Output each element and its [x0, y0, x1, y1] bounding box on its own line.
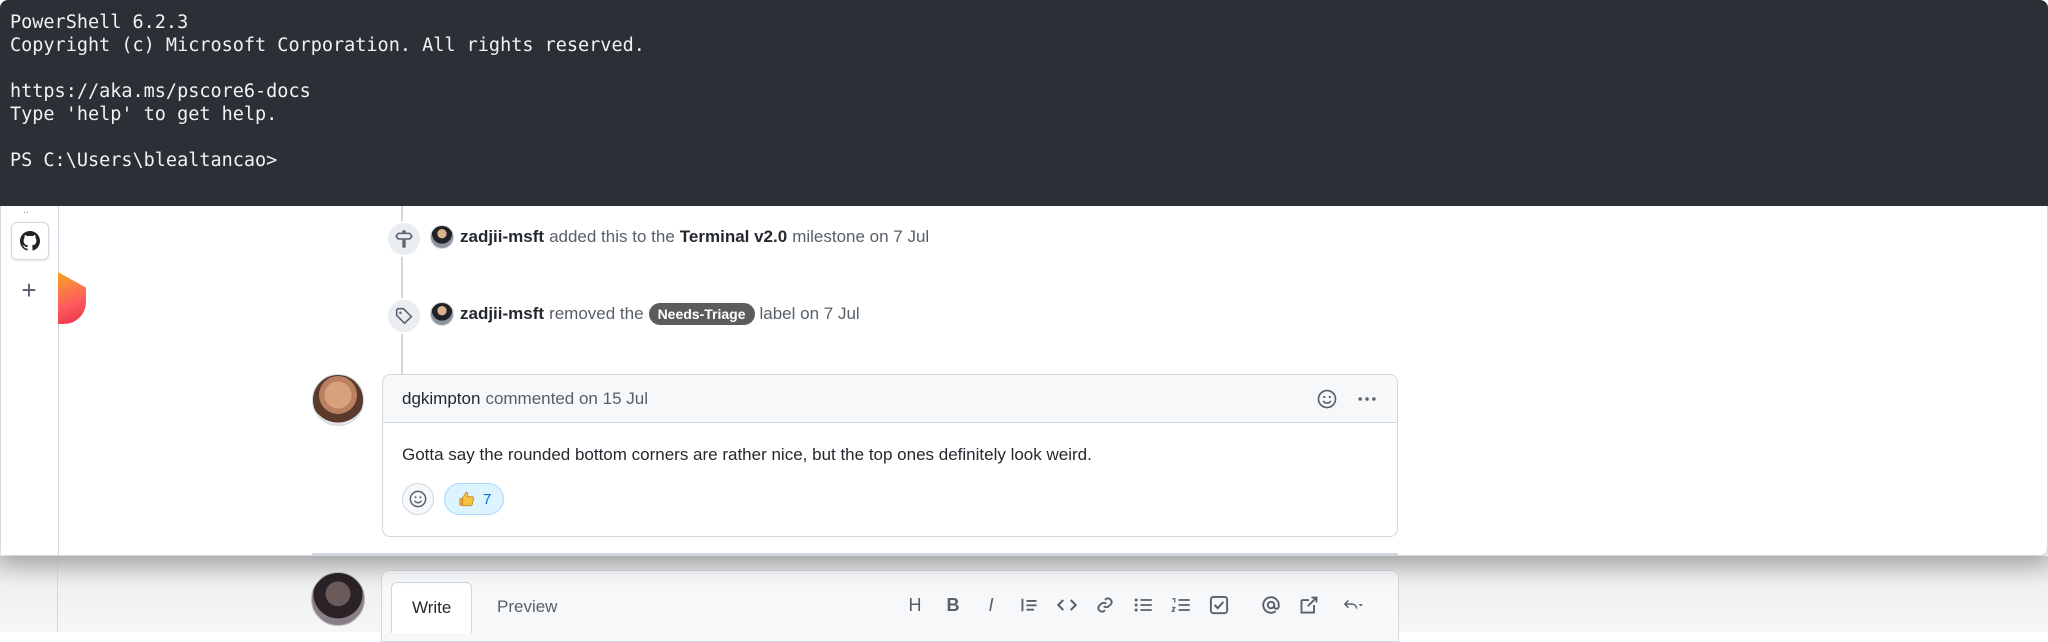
event-action-text: added this to the: [549, 227, 675, 246]
reply-icon[interactable]: [1335, 593, 1371, 617]
avatar[interactable]: [430, 225, 454, 249]
powershell-terminal[interactable]: PowerShell 6.2.3 Copyright (c) Microsoft…: [0, 0, 2048, 206]
terminal-line: Type 'help' to get help.: [10, 104, 278, 125]
milestone-link[interactable]: Terminal v2.0: [680, 227, 787, 247]
thumbs-up-icon: [459, 491, 475, 507]
thumbs-up-reaction[interactable]: 7: [444, 483, 505, 515]
event-user-link[interactable]: zadjii-msft: [460, 304, 544, 324]
terminal-line: Copyright (c) Microsoft Corporation. All…: [10, 35, 645, 56]
heading-icon[interactable]: H: [903, 593, 927, 617]
comment-timestamp[interactable]: commented on 15 Jul: [485, 389, 648, 409]
commenter-avatar[interactable]: [312, 374, 364, 426]
comment-body: Gotta say the rounded bottom corners are…: [402, 445, 1092, 464]
italic-icon[interactable]: I: [979, 593, 1003, 617]
link-icon[interactable]: [1093, 593, 1117, 617]
event-suffix-text: label on 7 Jul: [759, 304, 860, 323]
quote-icon[interactable]: [1017, 593, 1041, 617]
kebab-menu-icon[interactable]: [1355, 387, 1379, 411]
reaction-count: 7: [483, 490, 492, 508]
terminal-prompt[interactable]: PS C:\Users\blealtancao>: [10, 149, 2038, 172]
comment-author-link[interactable]: dgkimpton: [402, 389, 480, 409]
heading-glyph: H: [908, 594, 922, 615]
bulleted-list-icon[interactable]: [1131, 593, 1155, 617]
timeline-event-milestone: zadjii-msft added this to the Terminal v…: [430, 224, 929, 250]
bold-icon[interactable]: B: [941, 593, 965, 617]
party-emoji-peek: [58, 272, 86, 324]
milestone-icon: [386, 221, 422, 257]
bold-glyph: B: [946, 594, 960, 615]
smiley-icon[interactable]: [1315, 387, 1339, 411]
comment-actions: [1315, 387, 1379, 411]
task-list-icon[interactable]: [1207, 593, 1231, 617]
mention-icon[interactable]: [1259, 593, 1283, 617]
tag-icon: [386, 298, 422, 334]
current-user-avatar[interactable]: [311, 572, 365, 626]
terminal-line: PowerShell 6.2.3: [10, 12, 189, 33]
code-icon[interactable]: [1055, 593, 1079, 617]
event-action-text: removed the: [549, 304, 644, 323]
comment-header: dgkimpton commented on 15 Jul: [383, 375, 1397, 423]
timeline-event-label: zadjii-msft removed the Needs-Triage lab…: [430, 301, 860, 327]
tab-preview[interactable]: Preview: [477, 582, 577, 632]
numbered-list-icon[interactable]: [1169, 593, 1193, 617]
comment: dgkimpton commented on 15 Jul Gotta say …: [382, 374, 1398, 537]
tab-write[interactable]: Write: [391, 582, 473, 633]
avatar[interactable]: [430, 302, 454, 326]
github-icon[interactable]: [11, 222, 49, 260]
timeline-divider: [312, 553, 1398, 555]
add-reaction-button[interactable]: [402, 483, 434, 515]
reactions-bar: 7: [402, 483, 505, 515]
event-suffix-text: milestone on 7 Jul: [792, 227, 930, 246]
italic-glyph: I: [988, 594, 994, 615]
plus-icon[interactable]: +: [17, 277, 41, 303]
sidebar-rail: [57, 556, 58, 632]
editor-toolbar: H B I: [903, 590, 1371, 620]
terminal-line: https://aka.ms/pscore6-docs: [10, 81, 311, 102]
event-user-link[interactable]: zadjii-msft: [460, 227, 544, 247]
cross-reference-icon[interactable]: [1297, 593, 1321, 617]
needs-triage-label[interactable]: Needs-Triage: [648, 303, 755, 325]
issue-page: .. + zadjii-msft added this to the Termi…: [0, 204, 2048, 556]
left-sidebar: .. +: [1, 204, 59, 555]
